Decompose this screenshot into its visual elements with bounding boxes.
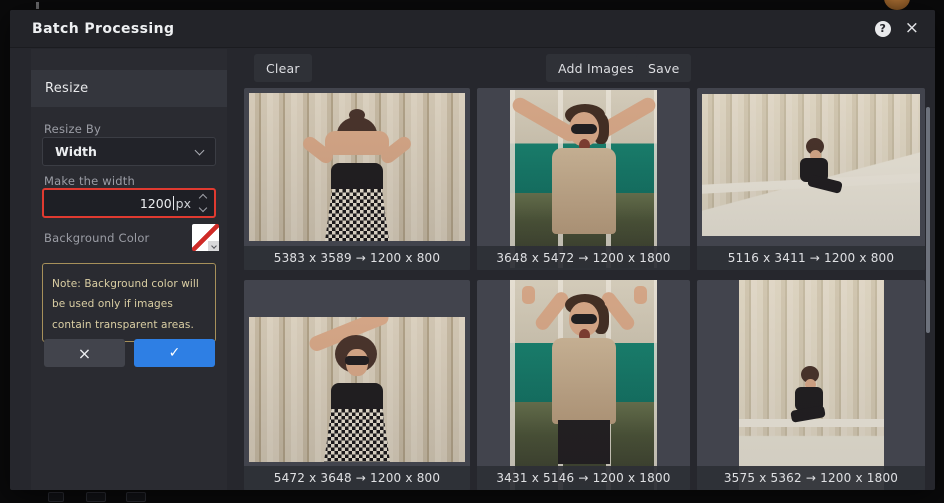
add-images-button-label: Add Images <box>558 60 634 76</box>
close-icon[interactable]: × <box>905 20 919 37</box>
dialog-title: Batch Processing <box>32 20 175 37</box>
photo-figure <box>510 280 657 490</box>
photo-thumbnail <box>249 93 465 241</box>
stepper-down-icon[interactable] <box>198 203 208 213</box>
width-unit: px <box>175 195 191 211</box>
chevron-down-icon <box>194 145 205 155</box>
dialog-header: Batch Processing ? × <box>10 10 935 48</box>
resize-panel: Resize Resize By Width Make the width 12… <box>31 49 227 490</box>
note-text: Note: Background color will be used only… <box>52 278 199 331</box>
resize-by-select[interactable]: Width <box>42 137 216 166</box>
caption-text: 3648 x 5472 → 1200 x 1800 <box>496 251 671 265</box>
image-dimensions-caption: 3648 x 5472 → 1200 x 1800 <box>477 246 690 270</box>
chevron-down-icon <box>210 243 217 249</box>
photo-thumbnail <box>739 280 884 490</box>
background-toolbar-icon <box>126 492 146 502</box>
resize-section-header: Resize <box>31 70 227 107</box>
caption-text: 5116 x 3411 → 1200 x 800 <box>727 251 895 265</box>
image-dimensions-caption: 5116 x 3411 → 1200 x 800 <box>697 246 925 270</box>
header-actions: ? × <box>874 20 919 37</box>
confirm-button[interactable]: ✓ <box>134 339 215 367</box>
photo-figure <box>249 317 465 462</box>
user-avatar[interactable] <box>884 0 910 10</box>
background-toolbar-icon <box>86 492 106 502</box>
resize-section-title: Resize <box>45 81 89 96</box>
image-dimensions-caption: 5472 x 3648 → 1200 x 800 <box>244 466 470 490</box>
clear-button[interactable]: Clear <box>254 54 312 82</box>
photo-figure <box>249 93 465 241</box>
batch-processing-dialog: Batch Processing ? × Resize Resize By Wi… <box>10 10 935 490</box>
image-tile[interactable]: 5383 x 3589 → 1200 x 800 <box>244 88 470 270</box>
photo-thumbnail <box>510 90 657 268</box>
resize-by-label: Resize By <box>44 122 101 136</box>
photo-figure <box>510 90 657 268</box>
image-tile[interactable]: 3431 x 5146 → 1200 x 1800 <box>477 280 690 490</box>
background-color-label: Background Color <box>44 231 150 245</box>
width-value: 1200 <box>139 195 172 211</box>
image-dimensions-caption: 3575 x 5362 → 1200 x 1800 <box>697 466 925 490</box>
background-app-fragment <box>36 2 39 9</box>
text-caret <box>172 196 174 210</box>
background-color-swatch[interactable] <box>192 224 219 251</box>
photo-thumbnail <box>510 280 657 490</box>
image-tile[interactable]: 5116 x 3411 → 1200 x 800 <box>697 88 925 270</box>
background-toolbar-icon <box>48 492 64 502</box>
panel-actions: × ✓ <box>44 339 215 367</box>
width-label: Make the width <box>44 174 135 188</box>
caption-text: 3431 x 5146 → 1200 x 1800 <box>496 471 671 485</box>
caption-text: 3575 x 5362 → 1200 x 1800 <box>723 471 899 485</box>
image-dimensions-caption: 5383 x 3589 → 1200 x 800 <box>244 246 470 270</box>
resize-by-value: Width <box>55 144 97 159</box>
cancel-button[interactable]: × <box>44 339 125 367</box>
width-stepper[interactable] <box>198 193 208 213</box>
background-color-note: Note: Background color will be used only… <box>42 263 216 342</box>
help-icon[interactable]: ? <box>874 20 891 37</box>
caption-text: 5472 x 3648 → 1200 x 800 <box>273 471 441 485</box>
image-tile[interactable]: 5472 x 3648 → 1200 x 800 <box>244 280 470 490</box>
width-input[interactable]: 1200 px <box>42 188 216 218</box>
app-screen: Batch Processing ? × Resize Resize By Wi… <box>0 0 944 503</box>
photo-figure <box>739 280 884 490</box>
caption-text: 5383 x 3589 → 1200 x 800 <box>273 251 441 265</box>
image-tile[interactable]: 3575 x 5362 → 1200 x 1800 <box>697 280 925 490</box>
photo-thumbnail <box>702 94 920 236</box>
stepper-up-icon[interactable] <box>198 193 208 203</box>
scrollbar-thumb[interactable] <box>926 107 930 333</box>
photo-thumbnail <box>249 317 465 462</box>
save-button-label: Save <box>648 60 680 76</box>
clear-button-label: Clear <box>266 60 300 76</box>
image-tile[interactable]: 3648 x 5472 → 1200 x 1800 <box>477 88 690 270</box>
save-button[interactable]: Save <box>636 54 692 82</box>
image-dimensions-caption: 3431 x 5146 → 1200 x 1800 <box>477 466 690 490</box>
photo-figure <box>702 94 920 236</box>
swatch-dropdown-corner[interactable] <box>208 241 219 251</box>
add-images-button[interactable]: Add Images <box>546 54 646 82</box>
